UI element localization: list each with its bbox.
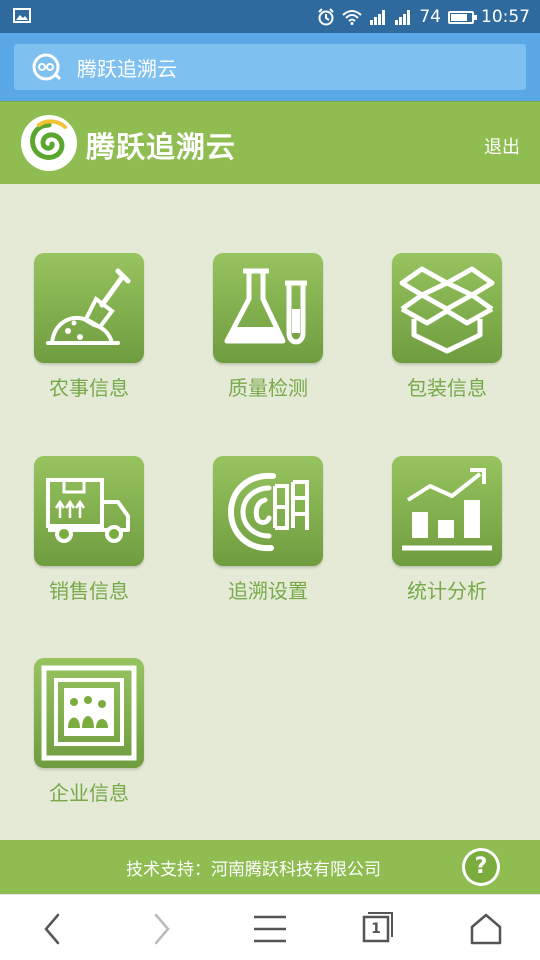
tile-statistics[interactable]: 统计分析 [377,456,517,604]
brand-title: 腾跃追溯云 [86,130,237,164]
tile-label: 追溯设置 [228,579,308,603]
browser-logo-icon [32,53,61,81]
box-icon [399,266,495,354]
tile-quality-testing[interactable]: 质量检测 [198,253,338,401]
clock: 10:57 [481,7,530,27]
help-button[interactable]: ? [462,848,500,886]
truck-icon [46,478,130,543]
tech-support-text: 技术支持：河南腾跃科技有限公司 [126,860,381,880]
back-icon[interactable] [34,909,74,949]
shovel-icon [46,268,131,345]
tile-icon-box [213,253,323,363]
enterprise-icon [41,665,137,761]
question-icon: ? [465,851,497,883]
wifi-icon [342,10,363,25]
footer: 技术支持：河南腾跃科技有限公司 ? [0,840,540,894]
browser-toolbar: 腾跃追溯云 [0,33,540,101]
spiral-logo-icon [30,119,67,160]
tile-farming-info[interactable]: 农事信息 [19,253,159,401]
logout-link[interactable]: 退出 [484,133,520,159]
flask-icon [224,268,307,345]
tile-icon-box [34,253,144,363]
app-header: 腾跃追溯云 退出 [0,101,540,184]
signal-2-icon [395,10,411,25]
signal-1-icon [370,10,386,25]
address-text: 腾跃追溯云 [77,56,177,81]
tile-label: 农事信息 [49,376,129,400]
tile-packaging-info[interactable]: 包装信息 [377,253,517,401]
status-bar: 74 10:57 [0,0,540,33]
tabs-button[interactable]: 1 [360,909,404,949]
alarm-icon [318,8,335,26]
brand-logo [21,115,77,171]
tile-label: 包装信息 [407,376,487,400]
chart-icon [402,468,492,551]
tile-label: 企业信息 [49,781,129,805]
tile-label: 质量检测 [228,376,308,400]
browser-nav-bar: 1 [0,894,540,960]
tile-icon-box [392,253,502,363]
home-icon[interactable] [466,909,506,949]
tab-count: 1 [371,921,381,937]
tile-icon-box [34,456,144,566]
tile-icon-box [213,456,323,566]
menu-icon[interactable] [250,909,290,949]
tile-sales-info[interactable]: 销售信息 [19,456,159,604]
trace-logo-icon [227,472,309,552]
forward-icon[interactable] [142,909,182,949]
gallery-notification-icon [13,8,31,23]
battery-percent: 74 [419,7,441,27]
tile-label: 统计分析 [407,579,487,603]
address-bar[interactable]: 腾跃追溯云 [14,44,526,90]
battery-icon [448,10,477,24]
tile-icon-box [34,658,144,768]
tile-enterprise-info[interactable]: 企业信息 [19,658,159,806]
tile-label: 销售信息 [49,579,129,603]
tile-trace-settings[interactable]: 追溯设置 [198,456,338,604]
tile-icon-box [392,456,502,566]
